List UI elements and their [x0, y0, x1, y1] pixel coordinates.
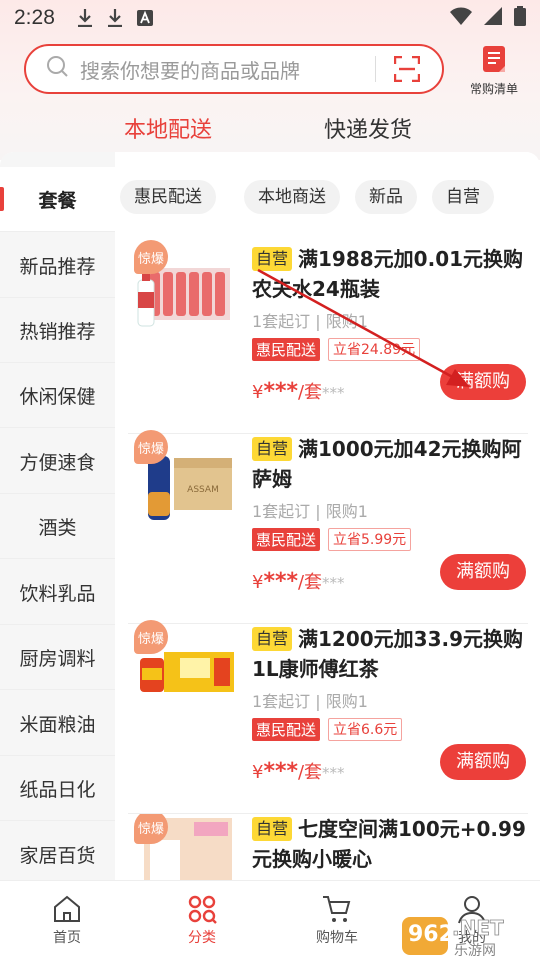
self-operated-tag: 自营 [252, 627, 293, 651]
tab-local-delivery[interactable]: 本地配送 [124, 112, 212, 144]
product-info: 自营 满1000元加42元换购阿萨姆 1套起订 | 限购1 惠民配送 立省5.99… [252, 434, 528, 551]
svg-text:962: 962 [408, 922, 454, 947]
scan-icon[interactable] [394, 56, 420, 82]
product-title[interactable]: 自营 满1988元加0.01元换购农夫水24瓶装 [252, 244, 528, 304]
self-operated-tag: 自营 [252, 817, 293, 841]
product-card[interactable]: 惊爆 自营 七度空间满100元+0.99元换购小暖心 [128, 814, 528, 880]
svg-text:ASSAM: ASSAM [187, 485, 219, 495]
search-divider [375, 56, 376, 82]
product-card[interactable]: 惊爆 自营 满1200元加33.9元换购1L康师傅红茶 1套起订 | 限购1 惠民… [128, 620, 528, 814]
cart-icon [287, 891, 387, 927]
sidebar-item-hot[interactable]: 热销推荐 [0, 298, 115, 363]
chip-self[interactable]: 自营 [432, 180, 494, 214]
svg-text:乐游网: 乐游网 [454, 943, 496, 959]
sidebar-item-leisure[interactable]: 休闲保健 [0, 363, 115, 428]
sidebar-item-home[interactable]: 家居百货 [0, 822, 115, 880]
redeem-button[interactable]: 满额购 [440, 554, 526, 590]
product-info: 自营 满1200元加33.9元换购1L康师傅红茶 1套起订 | 限购1 惠民配送 … [252, 624, 528, 741]
redeem-button[interactable]: 满额购 [440, 744, 526, 780]
filter-chips: 惠民配送 本地商送 新品 自营 [115, 152, 540, 240]
savings-tag: 立省6.6元 [328, 718, 403, 741]
status-bar: 2:28 [0, 0, 540, 36]
chip-huimin[interactable]: 惠民配送 [120, 180, 216, 214]
delivery-tag: 惠民配送 [252, 528, 321, 551]
hot-badge: 惊爆 [134, 240, 168, 274]
delivery-tag: 惠民配送 [252, 338, 321, 361]
sidebar-item-drinks[interactable]: 饮料乳品 [0, 560, 115, 625]
watermark-logo: 962 .NET 乐游网 [400, 905, 540, 960]
delivery-tag: 惠民配送 [252, 718, 321, 741]
font-icon [136, 10, 153, 26]
nav-category[interactable]: 分类 [152, 891, 252, 947]
product-card[interactable]: 惊爆 ASSAM 自营 满1000元加42元换购阿萨姆 1套起订 | 限购1 惠民… [128, 430, 528, 624]
savings-tag: 立省24.89元 [328, 338, 421, 361]
order-limits: 1套起订 | 限购1 [252, 312, 368, 331]
sidebar-item-grain[interactable]: 米面粮油 [0, 691, 115, 756]
home-icon [17, 891, 117, 927]
svg-text:.NET: .NET [452, 916, 504, 940]
product-title[interactable]: 自营 满1000元加42元换购阿萨姆 [252, 434, 528, 494]
product-title[interactable]: 自营 满1200元加33.9元换购1L康师傅红茶 [252, 624, 528, 684]
self-operated-tag: 自营 [252, 247, 293, 271]
sidebar-item-paper[interactable]: 纸品日化 [0, 756, 115, 821]
tab-express-delivery[interactable]: 快递发货 [324, 112, 412, 144]
sidebar-item-new[interactable]: 新品推荐 [0, 233, 115, 298]
status-time: 2:28 [14, 6, 55, 29]
category-sidebar: 套餐 新品推荐 热销推荐 休闲保健 方便速食 酒类 饮料乳品 厨房调料 米面粮油… [0, 152, 115, 880]
nav-cart[interactable]: 购物车 [287, 891, 387, 947]
sidebar-item-combo[interactable]: 套餐 [0, 167, 115, 232]
price: ¥***/套*** [252, 569, 345, 594]
sidebar-item-liquor[interactable]: 酒类 [0, 494, 115, 559]
product-info: 自营 七度空间满100元+0.99元换购小暖心 [252, 814, 528, 874]
price: ¥***/套*** [252, 379, 345, 404]
product-info: 自营 满1988元加0.01元换购农夫水24瓶装 1套起订 | 限购1 惠民配送 … [252, 244, 528, 361]
hot-badge: 惊爆 [134, 430, 168, 464]
frequent-list-label: 常购清单 [469, 82, 518, 96]
product-title[interactable]: 自营 七度空间满100元+0.99元换购小暖心 [252, 814, 528, 874]
product-card[interactable]: 惊爆 自营 满1988元加0.01元换购农夫水24瓶装 1套起订 | 限购1 惠民… [128, 240, 528, 434]
frequent-list-button[interactable]: 常购清单 [462, 44, 526, 97]
redeem-button[interactable]: 满额购 [440, 364, 526, 400]
wifi-icon [450, 6, 472, 30]
chip-new[interactable]: 新品 [355, 180, 417, 214]
search-icon [46, 55, 70, 83]
price: ¥***/套*** [252, 759, 345, 784]
order-limits: 1套起订 | 限购1 [252, 502, 368, 521]
battery-icon [514, 5, 526, 31]
hot-badge: 惊爆 [134, 620, 168, 654]
list-icon [479, 46, 509, 78]
signal-icon [484, 6, 502, 30]
search-input[interactable]: 搜索你想要的商品或品牌 [80, 55, 375, 84]
category-icon [152, 891, 252, 927]
savings-tag: 立省5.99元 [328, 528, 412, 551]
search-bar[interactable]: 搜索你想要的商品或品牌 [24, 44, 444, 94]
order-limits: 1套起订 | 限购1 [252, 692, 368, 711]
sidebar-item-kitchen[interactable]: 厨房调料 [0, 625, 115, 690]
download-icon [77, 9, 93, 27]
download-icon [107, 9, 123, 27]
chip-local[interactable]: 本地商送 [244, 180, 340, 214]
self-operated-tag: 自营 [252, 437, 293, 461]
sidebar-item-instant[interactable]: 方便速食 [0, 429, 115, 494]
nav-home[interactable]: 首页 [17, 891, 117, 947]
